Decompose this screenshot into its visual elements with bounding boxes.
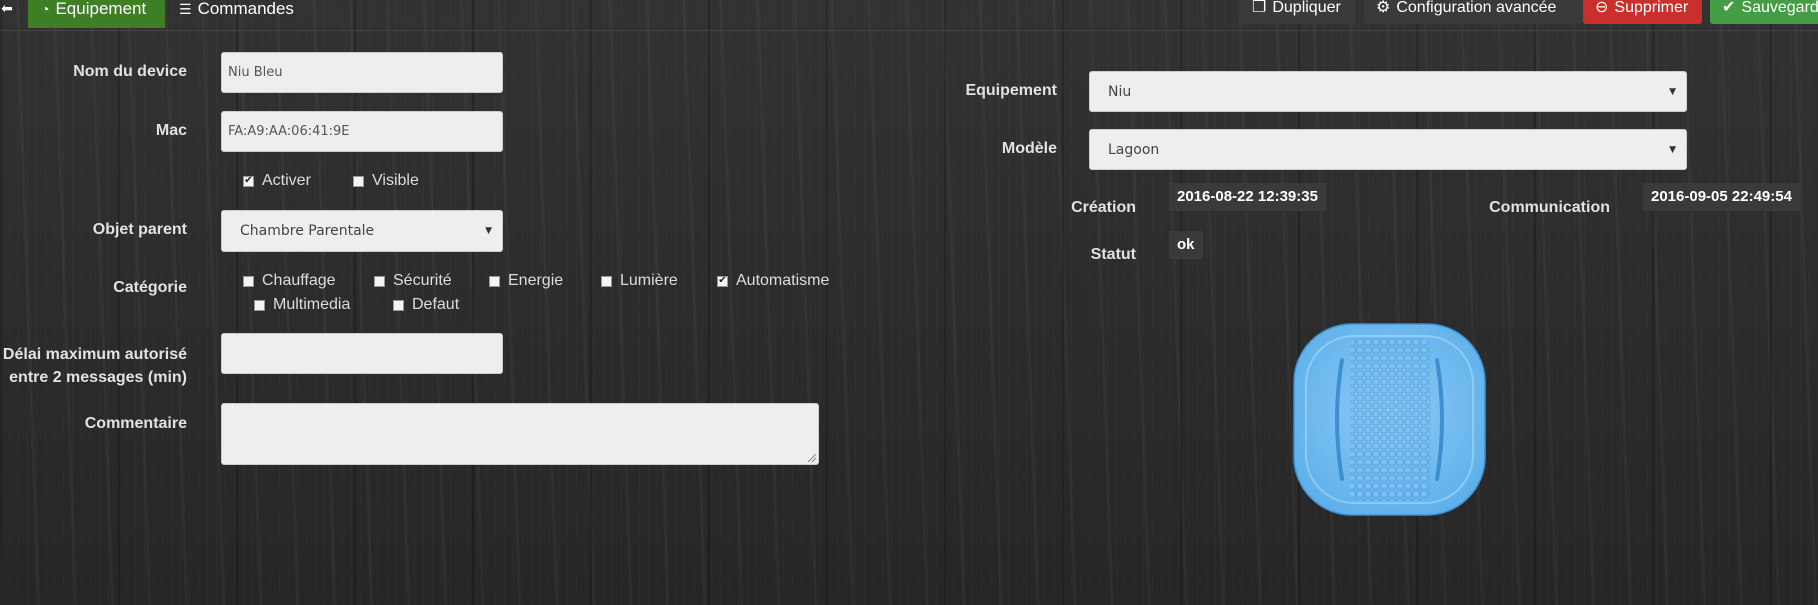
- multimedia-box: [254, 299, 265, 311]
- multimedia-label: Multimedia: [273, 296, 351, 313]
- tab-commandes[interactable]: ☰ Commandes: [166, 0, 307, 28]
- chevron-down-icon: ▼: [1669, 144, 1676, 155]
- niu-device-image: [1293, 323, 1486, 516]
- chauffage-label: Chauffage: [262, 272, 336, 289]
- copy-icon: ❐: [1252, 0, 1267, 16]
- comment-textarea[interactable]: [221, 403, 819, 465]
- duplicate-button[interactable]: ❐ Dupliquer: [1240, 0, 1356, 24]
- device-name-label: Nom du device: [73, 63, 187, 80]
- activate-check-icon: ✔: [243, 175, 254, 187]
- chevron-down-icon: ▼: [485, 226, 492, 236]
- timeout-input[interactable]: [221, 333, 503, 374]
- category-energie[interactable]: Energie: [489, 272, 563, 290]
- energie-box: [489, 275, 500, 287]
- save-button[interactable]: ✔ Sauvegarder: [1710, 0, 1818, 24]
- securite-label: Sécurité: [393, 272, 452, 289]
- resize-grip-icon[interactable]: [808, 454, 816, 462]
- communication-label: Communication: [1489, 199, 1610, 216]
- lumiere-label: Lumière: [620, 272, 678, 289]
- activate-checkbox[interactable]: ✔ Activer: [243, 172, 311, 190]
- tab-equipement-label: Equipement: [55, 0, 147, 18]
- top-bar: ⬅ ◔ Equipement ☰ Commandes ❐ Dupliquer ⚙…: [0, 0, 1818, 31]
- status-value: ok: [1169, 231, 1203, 259]
- save-label: Sauvegarder: [1741, 0, 1818, 16]
- category-defaut[interactable]: Defaut: [393, 296, 459, 314]
- timeout-label: Délai maximum autorisé entre 2 messages …: [0, 343, 187, 389]
- parent-object-value: Chambre Parentale: [240, 223, 375, 239]
- defaut-box: [393, 299, 404, 311]
- lumiere-box: [601, 275, 612, 287]
- mac-input[interactable]: FA:A9:AA:06:41:9E: [221, 111, 503, 152]
- timeout-label-line1: Délai maximum autorisé: [2, 346, 187, 363]
- visible-label: Visible: [372, 172, 419, 189]
- activate-label: Activer: [262, 172, 311, 189]
- dashboard-icon: ◔: [41, 1, 50, 17]
- delete-label: Supprimer: [1614, 0, 1689, 16]
- parent-object-label: Objet parent: [92, 221, 187, 238]
- chevron-down-icon: ▼: [1669, 86, 1676, 97]
- equipment-label: Equipement: [965, 82, 1057, 99]
- advanced-config-label: Configuration avancée: [1396, 0, 1557, 16]
- mac-label: Mac: [155, 122, 187, 139]
- model-label: Modèle: [1001, 140, 1057, 157]
- category-automatisme[interactable]: ✔ Automatisme: [717, 272, 829, 290]
- tab-commandes-label: Commandes: [197, 0, 294, 18]
- delete-button[interactable]: ⊖ Supprimer: [1583, 0, 1702, 24]
- timeout-label-line2: entre 2 messages (min): [9, 369, 187, 386]
- energie-label: Energie: [508, 272, 564, 289]
- category-multimedia[interactable]: Multimedia: [254, 296, 350, 314]
- communication-value: 2016-09-05 22:49:54: [1643, 183, 1800, 211]
- parent-object-select[interactable]: Chambre Parentale ▼: [221, 210, 503, 252]
- status-label: Statut: [1090, 246, 1136, 263]
- visible-checkbox[interactable]: Visible: [353, 172, 419, 190]
- category-chauffage[interactable]: Chauffage: [243, 272, 336, 290]
- creation-value: 2016-08-22 12:39:35: [1169, 183, 1326, 211]
- category-lumiere[interactable]: Lumière: [601, 272, 678, 290]
- defaut-label: Defaut: [412, 296, 460, 313]
- securite-box: [374, 275, 385, 287]
- device-name-input[interactable]: Niu Bleu: [221, 52, 503, 93]
- visible-check-box: [353, 175, 364, 187]
- chauffage-box: [243, 275, 254, 287]
- creation-label: Création: [1071, 199, 1136, 216]
- model-select[interactable]: Lagoon ▼: [1089, 129, 1687, 170]
- check-circle-icon: ✔: [1722, 0, 1736, 16]
- tab-equipement[interactable]: ◔ Equipement: [28, 0, 165, 28]
- automatisme-check-icon: ✔: [717, 275, 728, 287]
- equipment-select[interactable]: Niu ▼: [1089, 71, 1687, 112]
- equipment-value: Niu: [1108, 83, 1132, 100]
- automatisme-label: Automatisme: [736, 272, 830, 289]
- gears-icon: ⚙: [1376, 0, 1391, 16]
- category-securite[interactable]: Sécurité: [374, 272, 452, 290]
- duplicate-label: Dupliquer: [1272, 0, 1341, 16]
- advanced-config-button[interactable]: ⚙ Configuration avancée: [1364, 0, 1583, 24]
- minus-circle-icon: ⊖: [1595, 0, 1609, 16]
- comment-label: Commentaire: [84, 415, 187, 432]
- list-icon: ☰: [179, 1, 192, 17]
- back-arrow-icon[interactable]: ⬅: [0, 0, 14, 16]
- category-label: Catégorie: [113, 279, 187, 296]
- model-value: Lagoon: [1108, 141, 1160, 158]
